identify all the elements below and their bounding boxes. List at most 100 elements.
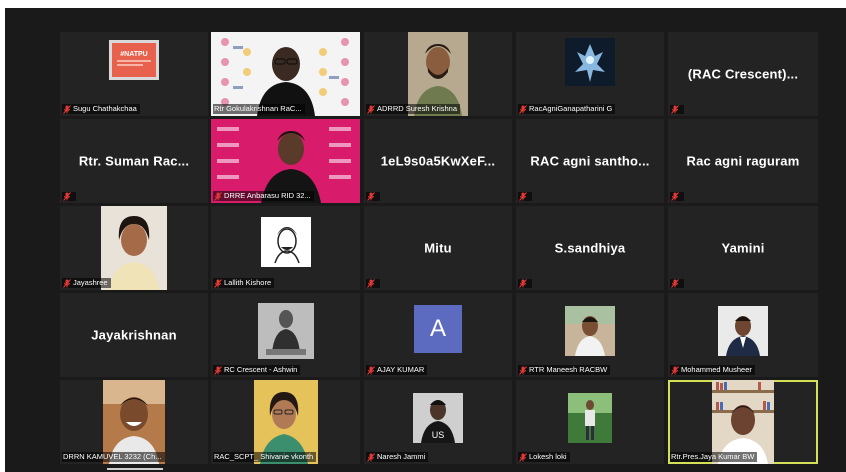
- participant-display-name: S.sandhiya: [554, 240, 626, 256]
- participant-video: [565, 306, 615, 356]
- participant-name-label: Mohammed Musheer: [670, 365, 755, 375]
- participant-video: US: [413, 393, 463, 443]
- participant-name-label: [670, 192, 684, 201]
- participant-name-label: Jayashree: [62, 278, 111, 288]
- participant-name: Rtr Gokulakrishnan RaC...: [214, 104, 302, 113]
- microphone-muted-icon: [214, 278, 222, 288]
- participant-name-label: [670, 279, 684, 288]
- microphone-muted-icon: [367, 279, 375, 288]
- microphone-muted-icon: [63, 104, 71, 114]
- participant-name-label: [518, 279, 532, 288]
- participant-name-label: AJAY KUMAR: [366, 365, 428, 375]
- participant-name: RC Crescent - Ashwin: [224, 365, 298, 374]
- microphone-muted-icon: [519, 279, 527, 288]
- participant-video: [101, 206, 167, 290]
- participant-display-name: (RAC Crescent)...: [687, 66, 799, 82]
- participant-video: [565, 38, 615, 86]
- microphone-muted-icon: [519, 452, 527, 462]
- participant-tile[interactable]: Mitu: [364, 206, 512, 290]
- participant-video: [568, 393, 612, 443]
- svg-text:US: US: [432, 430, 445, 440]
- participant-video: #NATPU: [109, 40, 159, 80]
- participant-name-label: [366, 192, 380, 201]
- microphone-muted-icon: [63, 278, 71, 288]
- participant-tile[interactable]: Rtr Gokulakrishnan RaC...: [211, 32, 360, 116]
- participant-tile[interactable]: Rac agni raguram: [668, 119, 818, 203]
- participant-name: Mohammed Musheer: [681, 365, 752, 374]
- participant-name-label: DRRN KAMUVEL 3232 (Ch...: [62, 452, 165, 462]
- participant-name-label: DRRE Anbarasu RID 32...: [213, 191, 314, 201]
- participant-name: RAC_SCPT_ Shivanie vkonth: [214, 452, 314, 461]
- participant-name: Sugu Chathakchaa: [73, 104, 137, 113]
- participant-tile[interactable]: 1eL9s0a5KwXeF...: [364, 119, 512, 203]
- participant-tile[interactable]: RacAgniGanapatharini G: [516, 32, 664, 116]
- participant-name-label: RTR Maneesh RACBW: [518, 365, 611, 375]
- participant-tile[interactable]: RTR Maneesh RACBW: [516, 293, 664, 377]
- microphone-muted-icon: [367, 192, 375, 201]
- avatar-initial: A: [429, 315, 446, 342]
- participant-tile[interactable]: DRRN KAMUVEL 3232 (Ch...: [60, 380, 208, 464]
- participant-name-label: RacAgniGanapatharini G: [518, 104, 616, 114]
- participant-tile[interactable]: RAC agni santho...: [516, 119, 664, 203]
- microphone-muted-icon: [519, 192, 527, 201]
- participant-tile[interactable]: A AJAY KUMAR: [364, 293, 512, 377]
- microphone-muted-icon: [214, 191, 222, 201]
- participant-tile[interactable]: RC Crescent - Ashwin: [211, 293, 360, 377]
- microphone-muted-icon: [519, 365, 527, 375]
- participant-name-label: RC Crescent - Ashwin: [213, 365, 301, 375]
- participant-tile[interactable]: Lokesh loki: [516, 380, 664, 464]
- participant-tile[interactable]: Mohammed Musheer: [668, 293, 818, 377]
- participant-name: RacAgniGanapatharini G: [529, 104, 613, 113]
- participant-tile[interactable]: Rtr.Pres.Jaya Kumar BW: [668, 380, 818, 464]
- participant-name-label: [366, 279, 380, 288]
- participant-name: Rtr.Pres.Jaya Kumar BW: [671, 452, 755, 461]
- participant-display-name: Mitu: [424, 240, 452, 256]
- microphone-muted-icon: [214, 365, 222, 375]
- participant-tile[interactable]: US Naresh Jammi: [364, 380, 512, 464]
- participant-name-label: Rtr.Pres.Jaya Kumar BW: [670, 452, 758, 462]
- participant-display-name: Rac agni raguram: [686, 153, 800, 169]
- participant-name: AJAY KUMAR: [377, 365, 425, 374]
- participant-display-name: Yamini: [721, 240, 765, 256]
- participant-name: DRRN KAMUVEL 3232 (Ch...: [63, 452, 162, 461]
- microphone-muted-icon: [63, 192, 71, 201]
- microphone-muted-icon: [519, 104, 527, 114]
- participant-name-label: Lokesh loki: [518, 452, 570, 462]
- participant-tile[interactable]: Yamini: [668, 206, 818, 290]
- participant-name-label: Sugu Chathakchaa: [62, 104, 140, 114]
- participant-tile[interactable]: Lallith Kishore: [211, 206, 360, 290]
- participant-name-label: [670, 105, 684, 114]
- participant-name-label: RAC_SCPT_ Shivanie vkonth: [213, 452, 317, 462]
- participant-name: Lallith Kishore: [224, 278, 272, 287]
- participant-display-name: RAC agni santho...: [530, 153, 650, 169]
- participant-tile[interactable]: Rtr. Suman Rac...: [60, 119, 208, 203]
- microphone-muted-icon: [671, 365, 679, 375]
- scroll-indicator[interactable]: [107, 468, 163, 470]
- participant-name-label: Lallith Kishore: [213, 278, 275, 288]
- participant-display-name: Jayakrishnan: [91, 327, 177, 343]
- participant-name: DRRE Anbarasu RID 32...: [224, 191, 311, 200]
- microphone-muted-icon: [671, 105, 679, 114]
- participant-tile[interactable]: DRRE Anbarasu RID 32...: [211, 119, 360, 203]
- participant-name-label: [62, 192, 76, 201]
- microphone-muted-icon: [367, 104, 375, 114]
- participant-name: Lokesh loki: [529, 452, 567, 461]
- participant-name: ADRRD Suresh Krishna: [377, 104, 458, 113]
- participant-tile[interactable]: ADRRD Suresh Krishna: [364, 32, 512, 116]
- participant-tile[interactable]: S.sandhiya: [516, 206, 664, 290]
- participant-tile[interactable]: (RAC Crescent)...: [668, 32, 818, 116]
- participant-tile[interactable]: Jayakrishnan: [60, 293, 208, 377]
- participant-video: [260, 217, 311, 267]
- participant-name-label: ADRRD Suresh Krishna: [366, 104, 461, 114]
- microphone-muted-icon: [367, 365, 375, 375]
- participant-tile[interactable]: RAC_SCPT_ Shivanie vkonth: [211, 380, 360, 464]
- participant-tile[interactable]: Jayashree: [60, 206, 208, 290]
- svg-text:#NATPU: #NATPU: [120, 51, 147, 58]
- microphone-muted-icon: [671, 279, 679, 288]
- participant-video: [718, 306, 768, 356]
- participant-video: [257, 303, 314, 359]
- participant-tile[interactable]: #NATPU Sugu Chathakchaa: [60, 32, 208, 116]
- participant-name: Jayashree: [73, 278, 108, 287]
- participant-display-name: Rtr. Suman Rac...: [78, 153, 190, 169]
- participant-display-name: 1eL9s0a5KwXeF...: [380, 153, 496, 169]
